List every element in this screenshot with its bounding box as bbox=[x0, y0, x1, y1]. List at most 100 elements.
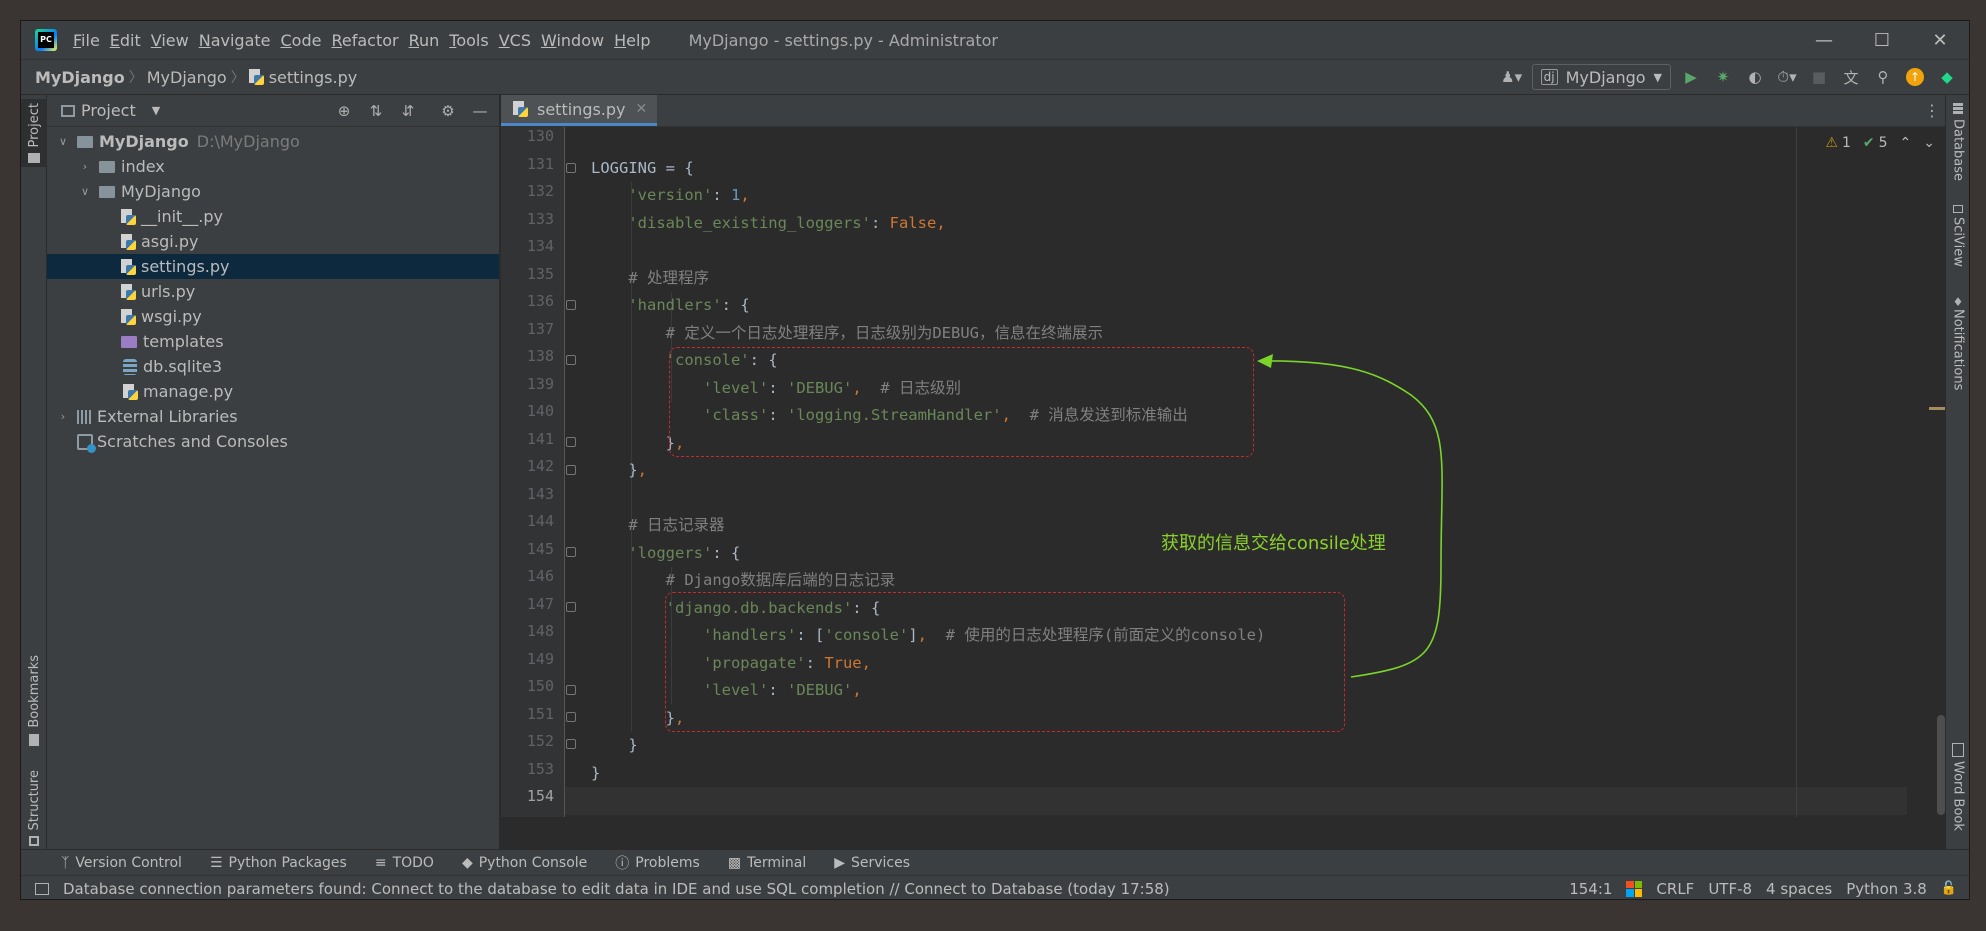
update-icon[interactable]: ↑ bbox=[1903, 65, 1927, 89]
chevron-up-icon[interactable]: ⌃ bbox=[1900, 135, 1912, 151]
lock-icon[interactable]: 🔓 bbox=[1941, 881, 1957, 896]
project-view-select[interactable]: Project ▼ bbox=[61, 101, 160, 120]
tree-item-urls[interactable]: urls.py bbox=[47, 279, 499, 304]
tree-item-manage[interactable]: manage.py bbox=[47, 379, 499, 404]
stop-icon[interactable]: ■ bbox=[1807, 65, 1831, 89]
fold-marker-icon[interactable] bbox=[566, 300, 576, 310]
tree-item-scratches[interactable]: Scratches and Consoles bbox=[47, 429, 499, 454]
translate-icon[interactable]: 文 bbox=[1839, 65, 1863, 89]
tree-item-index[interactable]: › index bbox=[47, 154, 499, 179]
fold-marker-icon[interactable] bbox=[566, 547, 576, 557]
tree-item-root[interactable]: ∨ MyDjango D:\MyDjango bbox=[47, 129, 499, 154]
code-line-135: # 处理程序 bbox=[628, 268, 709, 287]
menu-run[interactable]: Run bbox=[409, 29, 440, 52]
file-encoding[interactable]: UTF-8 bbox=[1708, 880, 1752, 898]
breadcrumb-package[interactable]: MyDjango bbox=[147, 68, 227, 87]
menu-edit[interactable]: Edit bbox=[110, 29, 141, 52]
fold-marker-icon[interactable] bbox=[566, 739, 576, 749]
fold-marker-icon[interactable] bbox=[566, 465, 576, 475]
fold-marker-icon[interactable] bbox=[566, 602, 576, 612]
structure-tool-tab[interactable]: Structure bbox=[21, 770, 47, 847]
chevron-down-icon[interactable]: ∨ bbox=[77, 185, 93, 198]
locate-icon[interactable]: ⊕ bbox=[333, 100, 355, 122]
tool-services[interactable]: ▶ Services bbox=[834, 855, 910, 871]
run-icon[interactable]: ▶ bbox=[1679, 65, 1703, 89]
tool-terminal[interactable]: ▩ Terminal bbox=[728, 855, 806, 871]
menu-tools[interactable]: Tools bbox=[449, 29, 488, 52]
tool-python-console[interactable]: ◆ Python Console bbox=[462, 855, 587, 871]
tree-item-templates[interactable]: templates bbox=[47, 329, 499, 354]
menu-file[interactable]: File bbox=[73, 29, 100, 52]
collapse-all-icon[interactable]: ⇵ bbox=[397, 100, 419, 122]
tree-item-label: settings.py bbox=[141, 257, 230, 276]
tree-item-settings[interactable]: settings.py bbox=[47, 254, 499, 279]
tool-todo[interactable]: ≡ TODO bbox=[375, 855, 434, 871]
menu-window[interactable]: Window bbox=[541, 29, 604, 52]
fold-marker-icon[interactable] bbox=[566, 685, 576, 695]
debug-icon[interactable]: ✷ bbox=[1711, 65, 1735, 89]
database-tool-tab[interactable]: Database bbox=[1946, 103, 1969, 181]
chevron-right-icon[interactable]: › bbox=[77, 160, 93, 173]
minimize-button[interactable]: — bbox=[1795, 21, 1853, 59]
python-interpreter[interactable]: Python 3.8 bbox=[1846, 880, 1927, 898]
vertical-scrollbar[interactable] bbox=[1937, 715, 1945, 815]
sciview-tool-tab[interactable]: SciView bbox=[1946, 205, 1969, 267]
menu-view[interactable]: View bbox=[151, 29, 189, 52]
line-number: 137 bbox=[526, 319, 554, 338]
run-config-select[interactable]: dj MyDjango ▼ bbox=[1531, 64, 1671, 90]
navigation-bar: MyDjango 〉 MyDjango 〉 settings.py ♟▾ dj … bbox=[21, 59, 1969, 95]
more-options-icon[interactable]: ⋮ bbox=[1917, 95, 1947, 126]
tree-item-external-libraries[interactable]: › External Libraries bbox=[47, 404, 499, 429]
caret-position[interactable]: 154:1 bbox=[1569, 880, 1612, 898]
breadcrumb-file[interactable]: settings.py bbox=[269, 68, 358, 87]
line-number: 145 bbox=[526, 539, 554, 558]
line-separator[interactable]: CRLF bbox=[1656, 880, 1694, 898]
code-area[interactable]: LOGGING = { 'version': 1, 'disable_exist… bbox=[591, 127, 1907, 817]
tree-item-db[interactable]: db.sqlite3 bbox=[47, 354, 499, 379]
tree-item-wsgi[interactable]: wsgi.py bbox=[47, 304, 499, 329]
tree-item-init[interactable]: __init__.py bbox=[47, 204, 499, 229]
menu-code[interactable]: Code bbox=[281, 29, 322, 52]
tool-python-packages[interactable]: ☰ Python Packages bbox=[210, 855, 347, 871]
fold-marker-icon[interactable] bbox=[566, 712, 576, 722]
project-tool-tab[interactable]: Project bbox=[21, 99, 47, 168]
search-icon[interactable]: ⚲ bbox=[1871, 65, 1895, 89]
check-count: 5 bbox=[1878, 135, 1888, 151]
chevron-down-icon[interactable]: ∨ bbox=[55, 135, 71, 148]
fold-marker-icon[interactable] bbox=[566, 437, 576, 447]
close-button[interactable]: ✕ bbox=[1911, 21, 1969, 59]
tool-problems[interactable]: ⓘ Problems bbox=[615, 853, 700, 873]
menu-help[interactable]: Help bbox=[614, 29, 650, 52]
menu-refactor[interactable]: Refactor bbox=[331, 29, 398, 52]
tree-item-asgi[interactable]: asgi.py bbox=[47, 229, 499, 254]
chevron-right-icon[interactable]: › bbox=[55, 410, 71, 423]
indent-setting[interactable]: 4 spaces bbox=[1766, 880, 1832, 898]
tool-version-control[interactable]: ᛉ Version Control bbox=[61, 855, 182, 871]
user-icon[interactable]: ♟▾ bbox=[1500, 65, 1524, 89]
fold-marker-icon[interactable] bbox=[566, 163, 576, 173]
inspection-widget[interactable]: ⚠ 1 ✔ 5 ⌃ ⌄ bbox=[1825, 135, 1935, 151]
fold-marker-icon[interactable] bbox=[566, 355, 576, 365]
plugin-icon[interactable]: ◆ bbox=[1935, 65, 1959, 89]
wordbook-tool-tab[interactable]: Word Book bbox=[1946, 743, 1969, 831]
menu-navigate[interactable]: Navigate bbox=[199, 29, 271, 52]
coverage-icon[interactable]: ◐ bbox=[1743, 65, 1767, 89]
breadcrumb-project[interactable]: MyDjango bbox=[35, 68, 125, 87]
close-icon[interactable]: ✕ bbox=[636, 101, 648, 117]
tab-settings[interactable]: settings.py ✕ bbox=[501, 95, 658, 126]
profile-icon[interactable]: ⏱▾ bbox=[1775, 65, 1799, 89]
library-icon bbox=[77, 409, 93, 424]
chevron-down-icon[interactable]: ⌄ bbox=[1923, 135, 1935, 151]
menu-vcs[interactable]: VCS bbox=[499, 29, 531, 52]
status-message[interactable]: Database connection parameters found: Co… bbox=[63, 880, 1170, 898]
notifications-tool-tab[interactable]: ♦ Notifications bbox=[1946, 295, 1969, 390]
maximize-button[interactable]: ☐ bbox=[1853, 21, 1911, 59]
expand-all-icon[interactable]: ⇅ bbox=[365, 100, 387, 122]
bookmarks-tool-tab[interactable]: Bookmarks bbox=[21, 655, 47, 746]
tree-item-mydjango[interactable]: ∨ MyDjango bbox=[47, 179, 499, 204]
hide-icon[interactable]: — bbox=[469, 100, 491, 122]
layout-icon[interactable] bbox=[35, 882, 49, 895]
error-stripe-marker[interactable] bbox=[1929, 407, 1945, 410]
gear-icon[interactable]: ⚙ bbox=[437, 100, 459, 122]
code-line-153: } bbox=[591, 763, 601, 782]
